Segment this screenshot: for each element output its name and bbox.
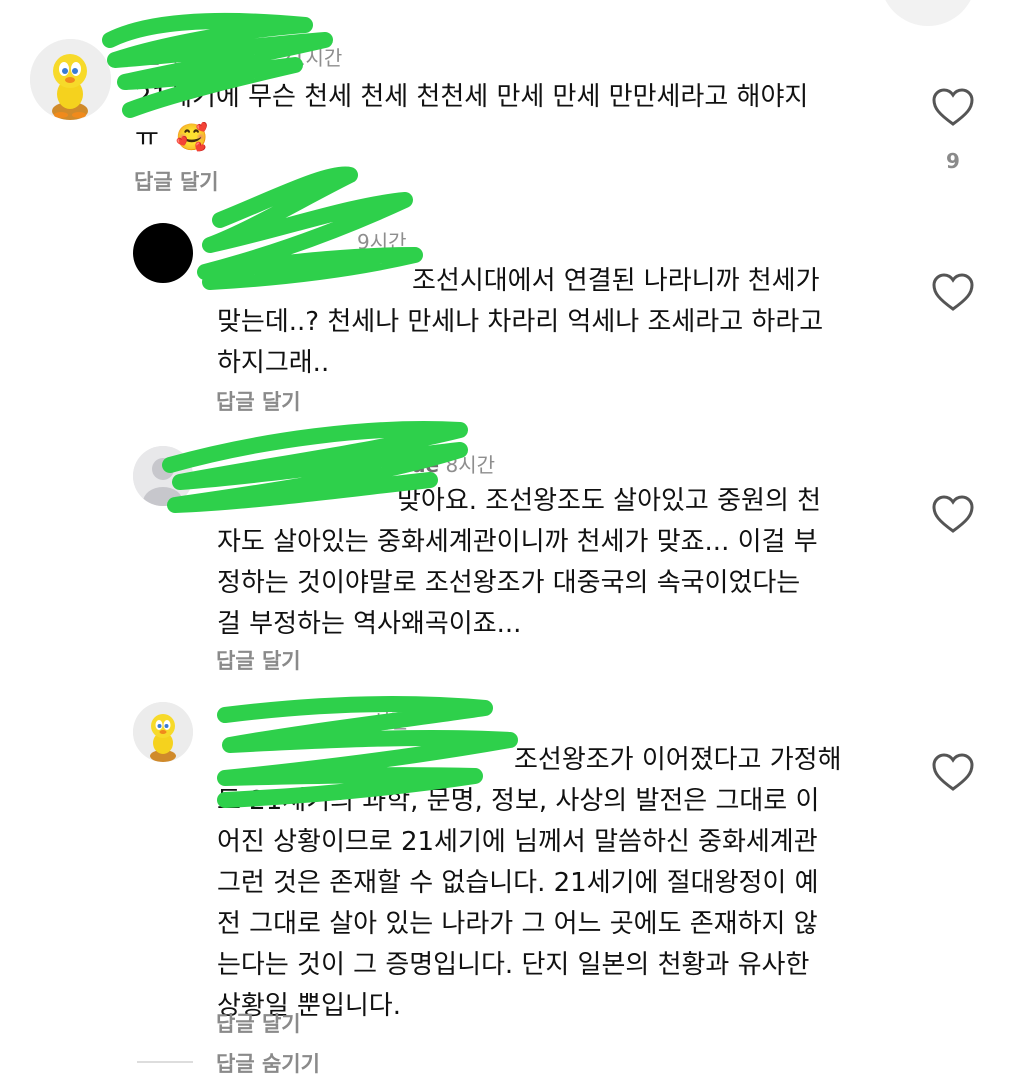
smiling-face-hearts-icon: 🥰 xyxy=(175,123,208,153)
reply-line: 어진 상황이므로 21세기에 님께서 말씀하신 중화세계관 xyxy=(217,827,818,857)
default-avatar-icon[interactable] xyxy=(133,446,193,506)
reply-line: 걸 부정하는 역사왜곡이죠... xyxy=(217,609,522,639)
reply-line: 는다는 것이 그 증명입니다. 단지 일본의 천황과 유사한 xyxy=(217,950,810,980)
reply-meta: ude 8시간 xyxy=(217,449,495,478)
reply-line: 전 그대로 살아 있는 나라가 그 어느 곳에도 존재하지 않 xyxy=(217,909,818,939)
comment-line: 21세기에 무슨 천세 천세 천천세 만세 만세 만만세라고 해야지 xyxy=(135,82,809,112)
reply-button[interactable]: 답글 달기 xyxy=(216,645,301,675)
reply-text: 조선왕조가 이어졌다고 가정해 도 21세기의 과학, 문명, 정보, 사상의 … xyxy=(217,740,907,1027)
hide-replies-divider xyxy=(137,1061,193,1063)
heart-icon[interactable] xyxy=(931,272,975,312)
reply-line: 조선시대에서 연결된 나라니까 천세가 xyxy=(412,266,820,296)
reply-text: 맞아요. 조선왕조도 살아있고 중원의 천 자도 살아있는 중화세계관이니까 천… xyxy=(217,481,907,645)
comment-line: ㅠ 🥰 xyxy=(135,123,208,153)
heart-icon[interactable] xyxy=(931,494,975,534)
reply-line: 맞아요. 조선왕조도 살아있고 중원의 천 xyxy=(397,486,822,516)
reply-line: 상황일 뿐입니다. xyxy=(217,991,401,1021)
timestamp: 21시간 xyxy=(280,46,343,70)
tweety-avatar-icon[interactable] xyxy=(30,39,111,120)
reply-line: 자도 살아있는 중화세계관이니까 천세가 맞죠... 이걸 부 xyxy=(217,527,818,557)
reply-line: 그런 것은 존재할 수 없습니다. 21세기에 절대왕정이 예 xyxy=(217,868,819,898)
comment-meta: 21시간 xyxy=(135,42,197,71)
like-count: 9 xyxy=(946,149,960,173)
comment-text: 21세기에 무슨 천세 천세 천천세 만세 만세 만만세라고 해야지 ㅠ 🥰 xyxy=(135,77,895,159)
reply-line: 도 21세기의 과학, 문명, 정보, 사상의 발전은 그대로 이 xyxy=(217,786,820,816)
reply-button[interactable]: 답글 달기 xyxy=(134,166,219,196)
tweety-avatar-icon[interactable] xyxy=(133,702,193,762)
reply-button[interactable]: 답글 달기 xyxy=(216,386,301,416)
timestamp: 8시간 xyxy=(445,453,496,477)
timestamp: 21시간 xyxy=(135,46,198,70)
black-avatar-icon[interactable] xyxy=(133,223,193,283)
timestamp: 9시간 xyxy=(357,230,407,254)
reply-text: 조선시대에서 연결된 나라니까 천세가 맞는데..? 천세나 만세나 차라리 억… xyxy=(217,261,907,384)
heart-icon[interactable] xyxy=(931,87,975,127)
reply-line: 정하는 것이야말로 조선왕조가 대중국의 속국이었다는 xyxy=(217,568,801,598)
reply-button[interactable]: 답글 달기 xyxy=(216,1008,301,1038)
hide-replies-button[interactable]: 답글 숨기기 xyxy=(216,1048,320,1078)
corner-bubble xyxy=(880,0,976,26)
username[interactable]: ude xyxy=(397,453,439,477)
timestamp: 시간 xyxy=(372,709,409,733)
heart-icon[interactable] xyxy=(931,752,975,792)
reply-line: 조선왕조가 이어졌다고 가정해 xyxy=(514,745,842,775)
reply-line: 맞는데..? 천세나 만세나 차라리 억세나 조세라고 하라고 xyxy=(217,307,824,337)
reply-line: 하지그래.. xyxy=(217,348,330,378)
